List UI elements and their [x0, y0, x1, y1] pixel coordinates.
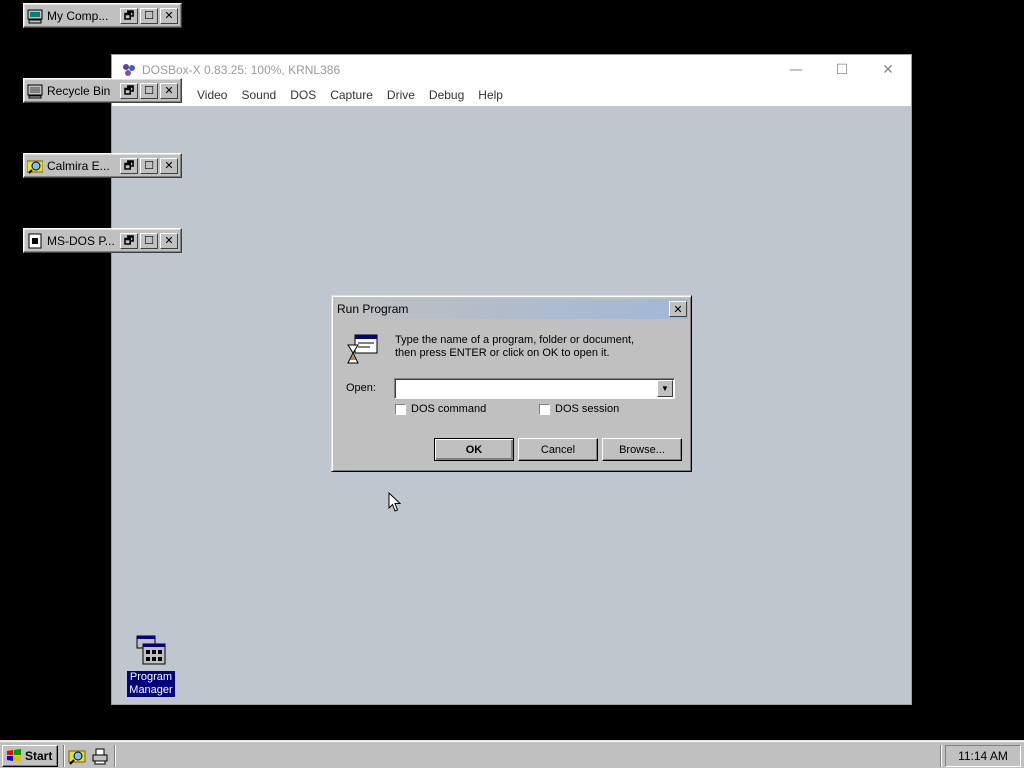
mouse-pointer-icon — [388, 492, 401, 512]
close-button[interactable]: ✕ — [160, 82, 178, 99]
maximize-button[interactable]: ☐ — [140, 157, 158, 174]
maximize-button[interactable]: ☐ — [140, 232, 158, 249]
close-button[interactable]: ✕ — [160, 232, 178, 249]
dos-command-label: DOS command — [411, 403, 487, 415]
minimized-window-recycle-bin[interactable]: Recycle Bin 🗗 ☐ ✕ — [23, 78, 182, 103]
dosbox-menubar: Video Sound DOS Capture Drive Debug Help — [112, 85, 911, 105]
host-close-button[interactable]: ✕ — [865, 55, 911, 85]
program-manager-label-line2: Manager — [129, 684, 173, 696]
dialog-message: Type the name of a program, folder or do… — [395, 334, 634, 360]
host-minimize-button[interactable]: — — [773, 55, 819, 85]
open-label: Open: — [346, 382, 376, 394]
dialog-titlebar[interactable]: Run Program ✕ — [335, 299, 688, 319]
dialog-title: Run Program — [337, 302, 409, 316]
dosbox-titlebar[interactable]: DOSBox-X 0.83.25: 100%, KRNL386 — ☐ ✕ — [112, 55, 911, 85]
explorer-quicklaunch-icon[interactable] — [68, 747, 86, 765]
ok-button[interactable]: OK — [434, 438, 514, 461]
minimized-window-title: My Comp... — [47, 8, 109, 23]
start-label: Start — [25, 749, 53, 763]
taskbar-separator — [114, 745, 116, 767]
program-manager-desktop-icon[interactable]: Program Manager — [127, 634, 175, 697]
close-button[interactable]: ✕ — [160, 7, 178, 24]
dialog-message-line2: then press ENTER or click on OK to open … — [395, 347, 610, 359]
run-program-dialog: Run Program ✕ Type the name of a program… — [331, 295, 692, 472]
open-dropdown-button[interactable]: ▼ — [657, 380, 673, 397]
start-button[interactable]: Start — [2, 745, 58, 767]
restore-button[interactable]: 🗗 — [120, 157, 138, 174]
close-button[interactable]: ✕ — [160, 157, 178, 174]
explorer-icon — [27, 160, 43, 174]
dos-command-checkbox[interactable]: DOS command — [395, 403, 486, 415]
taskbar: Start 11:14 AM — [0, 740, 1024, 768]
recycle-bin-icon — [27, 84, 43, 98]
maximize-button[interactable]: ☐ — [140, 82, 158, 99]
menu-dos[interactable]: DOS — [290, 88, 316, 102]
menu-debug[interactable]: Debug — [429, 88, 464, 102]
minimized-window-my-computer[interactable]: My Comp... 🗗 ☐ ✕ — [23, 3, 182, 28]
taskbar-separator — [63, 745, 65, 767]
minimized-window-title: Calmira E... — [47, 158, 110, 173]
minimized-window-title: MS-DOS P... — [47, 233, 115, 248]
minimized-window-msdos-prompt[interactable]: MS-DOS P... 🗗 ☐ ✕ — [23, 228, 182, 253]
cancel-button[interactable]: Cancel — [518, 438, 598, 461]
checkbox-box[interactable] — [539, 403, 550, 415]
menu-drive[interactable]: Drive — [387, 88, 415, 102]
dropdown-arrow-icon: ▼ — [661, 384, 669, 393]
taskbar-separator — [940, 745, 942, 767]
run-program-icon — [347, 334, 378, 364]
open-combobox[interactable]: ▼ — [394, 378, 675, 399]
program-manager-label: Program Manager — [127, 671, 175, 697]
menu-capture[interactable]: Capture — [330, 88, 373, 102]
menu-video[interactable]: Video — [197, 88, 227, 102]
menu-help[interactable]: Help — [478, 88, 503, 102]
restore-button[interactable]: 🗗 — [120, 7, 138, 24]
dialog-close-button[interactable]: ✕ — [669, 301, 687, 317]
browse-button[interactable]: Browse... — [602, 438, 682, 461]
checkbox-box[interactable] — [395, 403, 406, 415]
program-manager-icon — [136, 635, 166, 665]
dialog-message-line1: Type the name of a program, folder or do… — [395, 334, 635, 346]
windows-logo-icon — [7, 749, 21, 762]
printer-quicklaunch-icon[interactable] — [91, 747, 109, 765]
minimized-window-calmira-explorer[interactable]: Calmira E... 🗗 ☐ ✕ — [23, 153, 182, 178]
dosbox-icon — [123, 64, 135, 76]
system-tray-clock[interactable]: 11:14 AM — [945, 745, 1021, 767]
restore-button[interactable]: 🗗 — [120, 232, 138, 249]
dos-session-label: DOS session — [555, 403, 620, 415]
menu-sound[interactable]: Sound — [241, 88, 276, 102]
minimized-window-title: Recycle Bin — [47, 83, 111, 98]
restore-button[interactable]: 🗗 — [120, 82, 138, 99]
computer-icon — [27, 9, 43, 23]
host-maximize-button[interactable]: ☐ — [819, 55, 865, 85]
msdos-prompt-icon — [28, 233, 42, 248]
open-input[interactable] — [398, 381, 653, 396]
dos-session-checkbox[interactable]: DOS session — [539, 403, 619, 415]
dosbox-title: DOSBox-X 0.83.25: 100%, KRNL386 — [142, 63, 341, 77]
program-manager-label-line1: Program — [129, 671, 173, 683]
maximize-button[interactable]: ☐ — [140, 7, 158, 24]
